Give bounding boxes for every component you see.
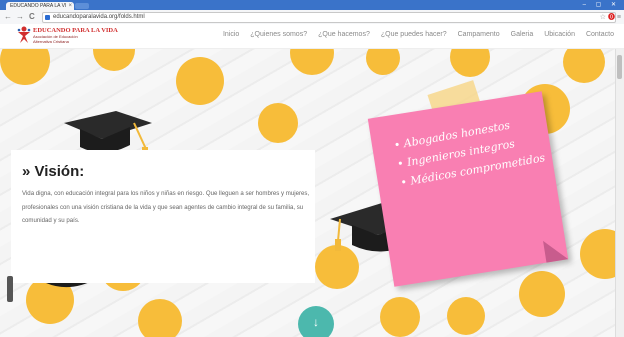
window-controls[interactable]: – ▢ ✕ (583, 1, 620, 8)
nav-campamento[interactable]: Campamento (458, 31, 500, 38)
decor-dot (380, 297, 420, 337)
reload-icon[interactable]: C (29, 12, 35, 22)
toolbar-right-icons: ☆ ⓿ ≡ (600, 12, 621, 22)
decor-dot (519, 271, 565, 317)
decor-dot (138, 299, 182, 337)
logo-figure-icon (17, 26, 31, 43)
back-icon[interactable]: ← (4, 12, 12, 22)
decor-dot (366, 49, 400, 75)
vision-title: » Visión: (22, 163, 85, 180)
decor-dot (93, 49, 135, 71)
site-header: EDUCANDO PARA LA VIDA Asociación de Educ… (0, 24, 624, 49)
nav-que-puedes-hacer[interactable]: ¿Que puedes hacer? (381, 31, 447, 38)
site-favicon (45, 15, 50, 20)
star-icon[interactable]: ☆ (600, 14, 606, 21)
menu-icon[interactable]: ≡ (617, 14, 621, 21)
logo-title: EDUCANDO PARA LA VIDA (33, 27, 118, 34)
browser-tab[interactable]: EDUCANDO PARA LA VI × (6, 2, 74, 10)
note-fold (543, 237, 569, 263)
new-tab-button[interactable] (75, 3, 89, 9)
decor-dot (450, 49, 490, 77)
adblock-icon[interactable]: ⓿ (608, 14, 615, 21)
vision-panel: » Visión: Vida digna, con educación inte… (11, 150, 315, 283)
logo-subtitle: Asociación de Educación Alternativa Cris… (33, 34, 78, 44)
site-logo[interactable]: EDUCANDO PARA LA VIDA Asociación de Educ… (17, 26, 118, 46)
close-icon[interactable]: × (68, 2, 72, 10)
browser-tab-bar: EDUCANDO PARA LA VI × – ▢ ✕ (0, 0, 624, 10)
forward-icon[interactable]: → (16, 12, 24, 22)
nav-contacto[interactable]: Contacto (586, 31, 614, 38)
nav-que-hacemos[interactable]: ¿Que hacemos? (318, 31, 370, 38)
browser-toolbar: ← → C educandoparalavida.org/folds.html … (0, 10, 624, 25)
arrow-down-icon: ↓ (313, 315, 319, 329)
decor-dot (563, 49, 605, 83)
vision-text: Vida digna, con educación integral para … (22, 190, 310, 224)
tab-title: EDUCANDO PARA LA VI (10, 3, 67, 9)
logo-subtitle-line-2: Alternativa Cristiana (33, 38, 69, 44)
main-nav: Inicio ¿Quienes somos? ¿Que hacemos? ¿Qu… (212, 31, 614, 38)
scrollbar-thumb[interactable] (617, 55, 622, 79)
url-text: educandoparalavida.org/folds.html (53, 14, 145, 20)
scroll-down-button[interactable]: ↓ (298, 306, 334, 337)
address-bar[interactable]: educandoparalavida.org/folds.html (42, 12, 616, 23)
nav-quienes-somos[interactable]: ¿Quienes somos? (250, 31, 307, 38)
hero-section: • Abogados honestos • Ingenieros integro… (0, 49, 624, 337)
nav-inicio[interactable]: Inicio (223, 31, 239, 38)
nav-galeria[interactable]: Galeria (511, 31, 534, 38)
nav-ubicacion[interactable]: Ubicación (544, 31, 575, 38)
decor-dot (258, 103, 298, 143)
side-handle[interactable] (7, 276, 13, 302)
decor-dot (447, 297, 485, 335)
decor-dot (0, 49, 50, 85)
decor-dot (176, 57, 224, 105)
decor-dot (290, 49, 334, 75)
page-scrollbar[interactable] (615, 49, 624, 337)
